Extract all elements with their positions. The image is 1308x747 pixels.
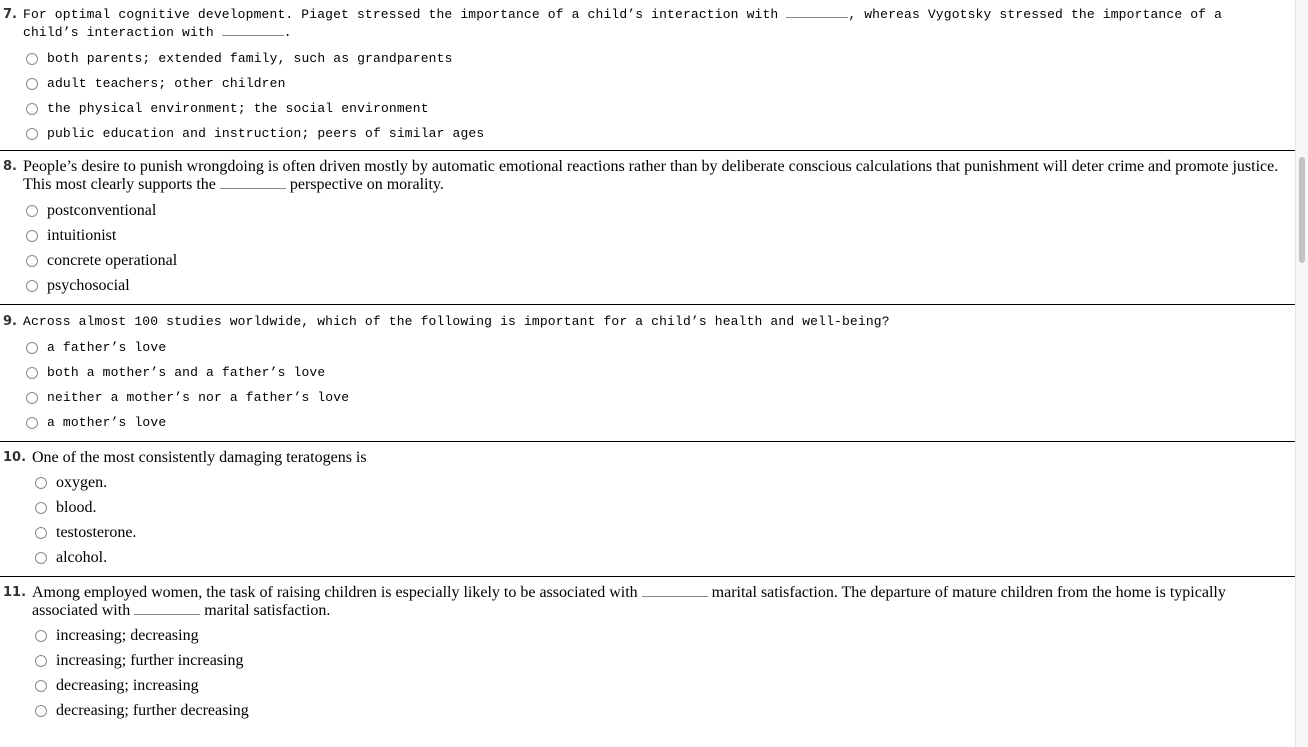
option-a[interactable]: postconventional <box>26 198 1296 223</box>
radio-button[interactable] <box>26 77 38 90</box>
option-c[interactable]: testosterone. <box>35 520 1296 545</box>
radio-button[interactable] <box>26 229 38 242</box>
question-8: 8. People’s desire to punish wrongdoing … <box>0 151 1296 298</box>
option-label: the physical environment; the social env… <box>47 101 429 116</box>
option-label: oxygen. <box>56 473 108 491</box>
option-label: public education and instruction; peers … <box>47 126 485 141</box>
radio-button[interactable] <box>26 416 38 429</box>
question-7: 7. For optimal cognitive development. Pi… <box>0 0 1296 146</box>
question-number: 9. <box>3 314 17 329</box>
answer-blank <box>641 595 708 597</box>
option-c[interactable]: concrete operational <box>26 248 1296 273</box>
radio-button[interactable] <box>26 204 38 217</box>
question-text-part: Among employed women, the task of raisin… <box>32 584 642 601</box>
radio-button[interactable] <box>35 551 47 564</box>
option-label: concrete operational <box>47 251 178 269</box>
option-label: neither a mother’s nor a father’s love <box>47 390 350 405</box>
option-d[interactable]: alcohol. <box>35 545 1296 570</box>
option-label: increasing; further increasing <box>56 651 244 669</box>
question-text: For optimal cognitive development. Piage… <box>23 6 1253 42</box>
option-b[interactable]: intuitionist <box>26 223 1296 248</box>
option-a[interactable]: a father’s love <box>26 335 1296 360</box>
option-a[interactable]: oxygen. <box>35 470 1296 495</box>
answer-blank <box>134 613 201 615</box>
question-text-part: People’s desire to punish wrongdoing is … <box>23 158 1279 193</box>
question-text: One of the most consistently damaging te… <box>32 449 1292 467</box>
option-b[interactable]: both a mother’s and a father’s love <box>26 360 1296 385</box>
radio-button[interactable] <box>35 704 47 717</box>
question-11: 11. Among employed women, the task of ra… <box>0 577 1296 723</box>
options-list: both parents; extended family, such as g… <box>26 46 1296 146</box>
option-label: increasing; decreasing <box>56 626 199 644</box>
option-label: adult teachers; other children <box>47 76 286 91</box>
option-d[interactable]: psychosocial <box>26 273 1296 298</box>
options-list: oxygen. blood. testosterone. alcohol. <box>35 470 1296 570</box>
option-b[interactable]: increasing; further increasing <box>35 648 1296 673</box>
radio-button[interactable] <box>35 501 47 514</box>
quiz-page: 7. For optimal cognitive development. Pi… <box>0 0 1296 723</box>
option-c[interactable]: decreasing; increasing <box>35 673 1296 698</box>
radio-button[interactable] <box>26 254 38 267</box>
question-text: People’s desire to punish wrongdoing is … <box>23 158 1288 194</box>
option-d[interactable]: public education and instruction; peers … <box>26 121 1296 146</box>
question-text-part: Across almost 100 studies worldwide, whi… <box>23 314 890 329</box>
answer-blank <box>219 187 286 189</box>
question-number: 10. <box>3 450 27 465</box>
options-list: increasing; decreasing increasing; furth… <box>35 623 1296 723</box>
option-b[interactable]: blood. <box>35 495 1296 520</box>
radio-button[interactable] <box>35 679 47 692</box>
scrollbar-thumb[interactable] <box>1299 157 1305 263</box>
radio-button[interactable] <box>26 391 38 404</box>
options-list: postconventional intuitionist concrete o… <box>26 198 1296 298</box>
option-label: postconventional <box>47 201 157 219</box>
radio-button[interactable] <box>26 279 38 292</box>
question-9: 9. Across almost 100 studies worldwide, … <box>0 305 1296 435</box>
option-d[interactable]: a mother’s love <box>26 410 1296 435</box>
radio-button[interactable] <box>35 654 47 667</box>
option-label: blood. <box>56 498 97 516</box>
option-label: alcohol. <box>56 548 108 566</box>
radio-button[interactable] <box>26 52 38 65</box>
option-label: a mother’s love <box>47 415 167 430</box>
question-number: 8. <box>3 159 17 174</box>
question-text: Among employed women, the task of raisin… <box>32 584 1294 620</box>
question-number: 7. <box>3 7 17 22</box>
options-list: a father’s love both a mother’s and a fa… <box>26 335 1296 435</box>
option-label: testosterone. <box>56 523 137 541</box>
question-text-part: One of the most consistently damaging te… <box>32 449 367 466</box>
radio-button[interactable] <box>26 102 38 115</box>
question-text-part: perspective on morality. <box>285 176 444 193</box>
option-label: both a mother’s and a father’s love <box>47 365 326 380</box>
answer-blank <box>221 34 284 36</box>
radio-button[interactable] <box>35 629 47 642</box>
option-label: decreasing; increasing <box>56 676 199 694</box>
question-text-part: . <box>283 25 292 40</box>
question-number: 11. <box>3 585 27 600</box>
radio-button[interactable] <box>35 526 47 539</box>
question-10: 10. One of the most consistently damagin… <box>0 442 1296 570</box>
answer-blank <box>786 16 849 18</box>
option-a[interactable]: increasing; decreasing <box>35 623 1296 648</box>
question-text: Across almost 100 studies worldwide, whi… <box>23 313 1253 331</box>
radio-button[interactable] <box>26 127 38 140</box>
radio-button[interactable] <box>35 476 47 489</box>
option-label: psychosocial <box>47 276 130 294</box>
option-label: intuitionist <box>47 226 117 244</box>
radio-button[interactable] <box>26 366 38 379</box>
option-a[interactable]: both parents; extended family, such as g… <box>26 46 1296 71</box>
option-c[interactable]: the physical environment; the social env… <box>26 96 1296 121</box>
vertical-scrollbar[interactable] <box>1295 0 1308 747</box>
option-label: both parents; extended family, such as g… <box>47 51 453 66</box>
question-text-part: For optimal cognitive development. Piage… <box>23 7 787 22</box>
option-label: decreasing; further decreasing <box>56 701 249 719</box>
question-text-part: marital satisfaction. <box>200 602 331 619</box>
option-b[interactable]: adult teachers; other children <box>26 71 1296 96</box>
option-c[interactable]: neither a mother’s nor a father’s love <box>26 385 1296 410</box>
option-d[interactable]: decreasing; further decreasing <box>35 698 1296 723</box>
radio-button[interactable] <box>26 341 38 354</box>
option-label: a father’s love <box>47 340 167 355</box>
